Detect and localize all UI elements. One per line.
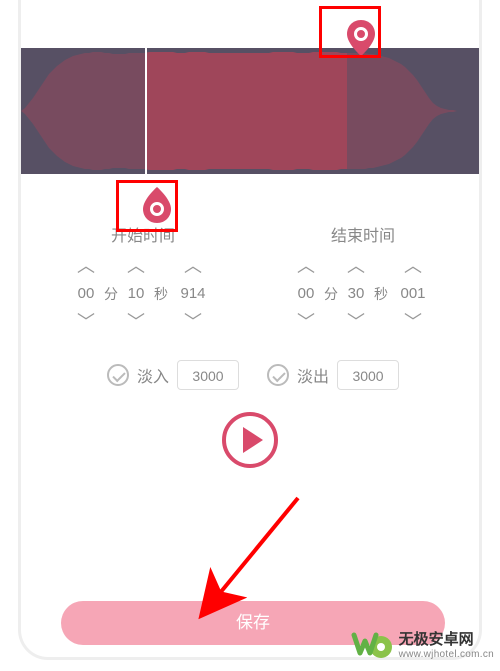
start-min-down[interactable]: ﹀ xyxy=(71,310,101,334)
start-sec-val: 10 xyxy=(121,278,151,310)
watermark-title: 无极安卓网 xyxy=(399,628,494,649)
end-sec-down[interactable]: ﹀ xyxy=(341,310,371,334)
waveform[interactable] xyxy=(21,48,482,174)
fade-in-group: 淡入 3000 xyxy=(107,360,239,390)
fade-out-checkbox[interactable] xyxy=(267,364,289,386)
watermark-url: www.wjhotel.com.cn xyxy=(399,649,494,660)
fade-out-input[interactable]: 3000 xyxy=(337,360,399,390)
fade-out-label: 淡出 xyxy=(297,363,329,387)
play-button[interactable] xyxy=(222,412,278,468)
highlight-start-marker xyxy=(116,180,178,232)
waveform-trim-left xyxy=(21,48,145,174)
end-sec-up[interactable]: ︿ xyxy=(341,254,371,278)
end-time-block: 结束时间 ︿ 00 ﹀ 分 ︿ 30 ﹀ 秒 ︿ xyxy=(263,222,463,334)
end-sec-val: 30 xyxy=(341,278,371,310)
watermark: 无极安卓网 www.wjhotel.com.cn xyxy=(351,623,494,665)
fade-in-input[interactable]: 3000 xyxy=(177,360,239,390)
start-ms-up[interactable]: ︿ xyxy=(171,254,215,278)
start-sec-down[interactable]: ﹀ xyxy=(121,310,151,334)
end-ms-down[interactable]: ﹀ xyxy=(391,310,435,334)
sec-unit: 秒 xyxy=(151,254,171,334)
playhead[interactable] xyxy=(145,48,147,174)
end-min-up[interactable]: ︿ xyxy=(291,254,321,278)
annotation-arrow-icon xyxy=(188,490,308,630)
start-min-val: 00 xyxy=(71,278,101,310)
start-ms-val: 914 xyxy=(171,278,215,310)
fade-in-label: 淡入 xyxy=(137,363,169,387)
start-sec-up[interactable]: ︿ xyxy=(121,254,151,278)
fade-out-group: 淡出 3000 xyxy=(267,360,399,390)
highlight-end-marker xyxy=(319,6,381,58)
end-time-label: 结束时间 xyxy=(263,222,463,246)
min-unit: 分 xyxy=(101,254,121,334)
start-time-block: 开始时间 ︿ 00 ﹀ 分 ︿ 10 ﹀ 秒 ︿ xyxy=(43,222,243,334)
end-ms-val: 001 xyxy=(391,278,435,310)
end-ms-up[interactable]: ︿ xyxy=(391,254,435,278)
end-min-val: 00 xyxy=(291,278,321,310)
waveform-trim-right xyxy=(347,48,482,174)
sec-unit-2: 秒 xyxy=(371,254,391,334)
start-min-up[interactable]: ︿ xyxy=(71,254,101,278)
start-ms-down[interactable]: ﹀ xyxy=(171,310,215,334)
watermark-logo-icon xyxy=(351,623,393,665)
end-min-down[interactable]: ﹀ xyxy=(291,310,321,334)
fade-in-checkbox[interactable] xyxy=(107,364,129,386)
min-unit-2: 分 xyxy=(321,254,341,334)
